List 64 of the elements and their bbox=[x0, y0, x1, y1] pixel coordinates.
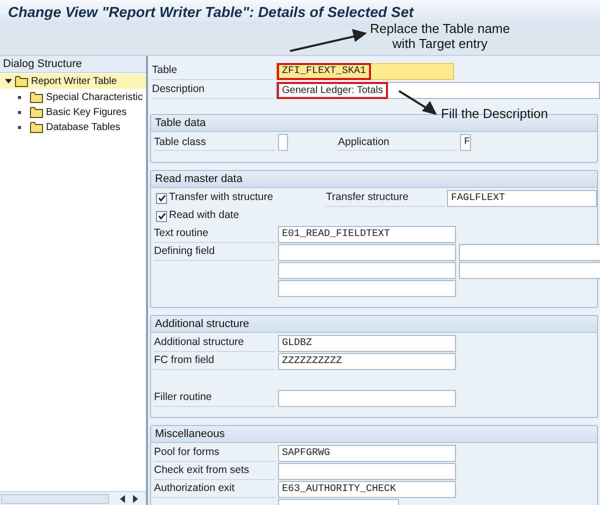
bullet-icon bbox=[18, 111, 21, 114]
input-field[interactable] bbox=[459, 244, 600, 260]
field-label: Transfer structure bbox=[326, 191, 408, 204]
input-field[interactable] bbox=[278, 280, 456, 296]
field-label: Authorization exit bbox=[154, 482, 235, 495]
section-header: Miscellaneous bbox=[151, 426, 597, 443]
input-field[interactable]: E01_READ_FIELDTEXT bbox=[278, 226, 456, 242]
tree-label: Report Writer Table bbox=[31, 75, 117, 89]
tree-label: Database Tables bbox=[46, 121, 120, 135]
expand-triangle-icon[interactable] bbox=[5, 78, 12, 85]
folder-icon bbox=[15, 76, 28, 87]
input-field[interactable]: GLDBZ bbox=[278, 334, 456, 352]
input-field[interactable] bbox=[278, 262, 456, 278]
field-label: Text routine bbox=[154, 227, 208, 240]
input-field[interactable]: General Ledger: Totals bbox=[276, 82, 600, 98]
checkbox[interactable] bbox=[156, 210, 167, 222]
input-field[interactable]: FAGLFLEXT bbox=[447, 190, 597, 206]
folder-icon bbox=[30, 107, 43, 118]
section-header: Additional structure bbox=[151, 316, 597, 333]
checkbox-label: Transfer with structure bbox=[169, 190, 274, 206]
input-field[interactable]: F bbox=[460, 134, 471, 151]
tree-item[interactable]: Report Writer Table bbox=[0, 74, 146, 89]
field-label: Check exit from sets bbox=[154, 464, 250, 477]
checkmark-icon bbox=[158, 212, 166, 220]
tree-item[interactable]: Database Tables bbox=[0, 120, 146, 135]
input-field[interactable] bbox=[278, 134, 288, 151]
tree-label: Special Characteristic bbox=[46, 91, 143, 105]
input-field[interactable]: E63_AUTHORITY_CHECK bbox=[278, 480, 456, 498]
input-field[interactable] bbox=[278, 244, 456, 260]
checkmark-icon bbox=[158, 194, 166, 202]
sidebar-header: Dialog Structure bbox=[0, 56, 146, 73]
input-field[interactable]: ZZZZZZZZZZ bbox=[278, 352, 456, 370]
tree-item[interactable]: Basic Key Figures bbox=[0, 105, 146, 120]
checkbox-label: Read with date bbox=[169, 208, 240, 224]
input-field[interactable] bbox=[278, 462, 456, 480]
horizontal-scrollbar[interactable] bbox=[0, 491, 146, 505]
field-label: Additional structure bbox=[154, 336, 244, 349]
input-field[interactable] bbox=[278, 390, 456, 406]
tree-label: Basic Key Figures bbox=[46, 106, 127, 120]
scroll-right-icon[interactable] bbox=[132, 494, 138, 502]
key-input-field[interactable]: ZFI_FLEXT_SKA1 bbox=[276, 62, 454, 80]
folder-icon bbox=[30, 122, 43, 133]
section-header: Read master data bbox=[151, 171, 597, 188]
bullet-icon bbox=[18, 96, 21, 99]
field-label: Pool for forms bbox=[154, 446, 220, 459]
input-field[interactable]: SAPFGRWG bbox=[278, 444, 456, 462]
window-title: Change View "Report Writer Table": Details of Selected Set bbox=[8, 4, 414, 23]
field-label: Defining field bbox=[154, 245, 215, 258]
field-label: Description bbox=[152, 83, 205, 96]
field-label: Table bbox=[152, 64, 178, 77]
bullet-icon bbox=[18, 126, 21, 129]
field-label: Filler routine bbox=[154, 391, 212, 404]
annotation-arrow bbox=[398, 90, 437, 115]
folder-icon bbox=[30, 92, 43, 103]
callout-text: Replace the Table name with Target entry bbox=[369, 21, 511, 51]
highlighted-value: ZFI_FLEXT_SKA1 bbox=[277, 62, 372, 80]
field-label: FC from field bbox=[154, 354, 214, 367]
field-label: Application bbox=[338, 136, 390, 148]
scroll-left-icon[interactable] bbox=[120, 494, 126, 502]
tree-item[interactable]: Special Characteristic bbox=[0, 90, 146, 105]
checkbox[interactable] bbox=[156, 192, 167, 204]
field-label: Table class bbox=[154, 136, 206, 148]
highlighted-value: General Ledger: Totals bbox=[277, 82, 388, 98]
input-field[interactable] bbox=[459, 262, 600, 278]
